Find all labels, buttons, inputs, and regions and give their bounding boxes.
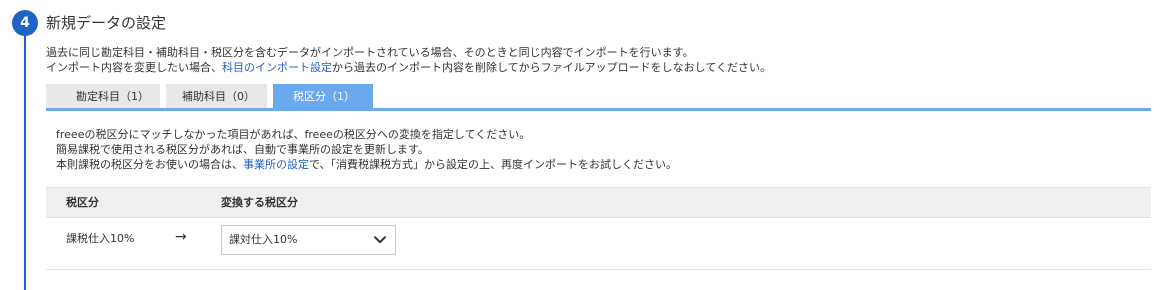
notice-line-2: 簡易課税で使用される税区分があれば、自動で事業所の設定を更新します。 <box>56 143 429 156</box>
description-line-1: 過去に同じ勘定科目・補助科目・税区分を含むデータがインポートされている場合、その… <box>46 46 694 59</box>
step-title: 新規データの設定 <box>46 14 167 32</box>
table-header: 税区分 変換する税区分 <box>46 187 1151 218</box>
account-import-settings-link[interactable]: 科目のインポート設定 <box>222 61 332 74</box>
right-arrow-icon: → <box>175 229 187 245</box>
source-tax-category: 課税仕入10% <box>66 232 135 245</box>
notice-line-3-prefix: 本則課税の税区分をお使いの場合は、 <box>56 158 243 171</box>
header-tax-category: 税区分 <box>66 196 99 209</box>
description-line-2: インポート内容を変更したい場合、科目のインポート設定から過去のインポート内容を削… <box>46 60 771 75</box>
office-settings-link[interactable]: 事業所の設定 <box>243 158 309 171</box>
tax-mapping-notice: freeeの税区分にマッチしなかった項目があれば、freeeの税区分への変換を指… <box>56 127 677 172</box>
new-data-settings-section: 4 新規データの設定 過去に同じ勘定科目・補助科目・税区分を含むデータがインポー… <box>0 0 1168 290</box>
tab-tax-categories[interactable]: 税区分（1） <box>273 84 373 109</box>
notice-line-1: freeeの税区分にマッチしなかった項目があれば、freeeの税区分への変換を指… <box>56 128 531 141</box>
notice-line-3: 本則課税の税区分をお使いの場合は、事業所の設定で、「消費税課税方式」から設定の上… <box>56 157 677 172</box>
tab-sub-accounts[interactable]: 補助科目（0） <box>166 84 267 109</box>
header-target-tax-category: 変換する税区分 <box>221 196 298 209</box>
description-line-2-prefix: インポート内容を変更したい場合、 <box>46 61 222 74</box>
category-tabs: 勘定科目（1） 補助科目（0） 税区分（1） <box>46 84 373 109</box>
table-row-divider <box>46 269 1151 270</box>
tab-underline <box>46 108 1151 111</box>
step-description: 過去に同じ勘定科目・補助科目・税区分を含むデータがインポートされている場合、その… <box>46 45 771 75</box>
selected-tax-category: 課対仕入10% <box>229 233 298 246</box>
target-tax-category-select[interactable]: 課対仕入10% <box>221 225 396 255</box>
chevron-down-icon <box>374 236 386 244</box>
notice-line-3-suffix: で、「消費税課税方式」から設定の上、再度インポートをお試しください。 <box>309 158 678 171</box>
description-line-2-suffix: から過去のインポート内容を削除してからファイルアップロードをしなおしてください。 <box>332 61 772 74</box>
step-number-badge: 4 <box>12 10 38 36</box>
tab-account-items[interactable]: 勘定科目（1） <box>46 84 160 109</box>
step-connector-line <box>24 36 26 290</box>
